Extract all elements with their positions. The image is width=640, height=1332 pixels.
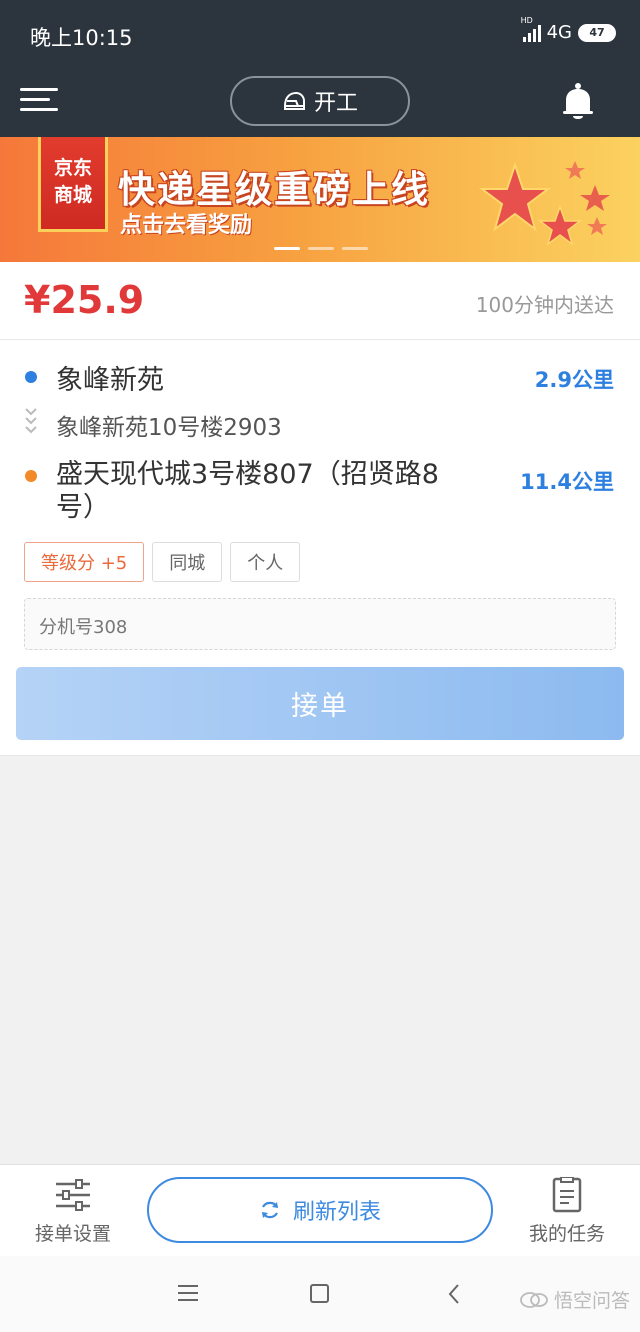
menu-icon[interactable]: [20, 88, 58, 114]
recent-apps-icon[interactable]: [178, 1285, 198, 1301]
pickup-name: 象峰新苑: [56, 365, 164, 396]
start-work-label: 开工: [313, 91, 358, 116]
watermark: 悟空问答: [520, 1286, 630, 1313]
tag-same-city: 同城: [152, 542, 223, 582]
home-icon[interactable]: [310, 1284, 329, 1303]
accept-order-button[interactable]: 接单: [16, 667, 624, 740]
order-card[interactable]: 象峰新苑 2.9公里 象峰新苑10号楼2903 盛天现代城3号楼807（招贤路8…: [0, 340, 640, 756]
pickup-dot-icon: [25, 371, 37, 383]
promo-banner[interactable]: 京东 商城 快递星级重磅上线 点击去看奖励: [0, 137, 640, 262]
hd-badge: HD: [520, 15, 533, 25]
jd-mall-tag: 京东 商城: [38, 137, 108, 232]
signal-icon: HD: [521, 16, 541, 42]
tag-level-score: 等级分 +5: [24, 542, 145, 582]
banner-title: 快递星级重磅上线: [118, 168, 430, 211]
top-bar: 晚上10:15 HD 4G 47 开工: [0, 0, 640, 137]
order-price: ¥25.9: [24, 278, 145, 322]
refresh-list-label: 刷新列表: [292, 1200, 381, 1225]
status-bar: 晚上10:15 HD 4G 47: [0, 0, 640, 70]
chevrons-down-icon: [25, 408, 37, 434]
order-settings-button[interactable]: 接单设置: [18, 1177, 128, 1246]
bell-icon[interactable]: [560, 82, 596, 122]
pickup-distance: 2.9公里: [534, 368, 614, 392]
sliders-icon: [56, 1179, 90, 1211]
pickup-address: 象峰新苑10号楼2903: [56, 415, 282, 441]
my-tasks-button[interactable]: 我的任务: [512, 1177, 622, 1246]
order-settings-label: 接单设置: [34, 1223, 111, 1245]
battery-icon: 47: [578, 23, 616, 42]
back-icon[interactable]: [446, 1282, 462, 1306]
order-note: 分机号308: [24, 598, 616, 650]
helmet-icon: [283, 91, 305, 110]
chat-bubbles-icon: [520, 1291, 548, 1308]
clipboard-icon: [552, 1177, 582, 1213]
dropoff-name: 盛天现代城3号楼807（招贤路8号）: [56, 459, 439, 523]
banner-pager: [274, 247, 368, 250]
dropoff-distance: 11.4公里: [520, 470, 614, 494]
tag-personal: 个人: [230, 542, 301, 582]
start-work-button[interactable]: 开工: [230, 76, 410, 126]
bottom-toolbar: 接单设置 刷新列表 我的任务: [0, 1164, 640, 1256]
status-time: 晚上10:15: [30, 26, 133, 50]
refresh-icon: [261, 1201, 278, 1219]
banner-subtitle: 点击去看奖励: [120, 213, 253, 238]
stars-icon: [479, 161, 610, 246]
network-type: 4G: [546, 22, 572, 43]
watermark-text: 悟空问答: [553, 1290, 630, 1312]
order-tags: 等级分 +5 同城 个人: [24, 542, 301, 582]
my-tasks-label: 我的任务: [528, 1223, 605, 1245]
dropoff-dot-icon: [25, 470, 37, 482]
delivery-eta: 100分钟内送达: [475, 293, 614, 317]
refresh-list-button[interactable]: 刷新列表: [147, 1177, 493, 1243]
system-nav-bar: 悟空问答: [0, 1256, 640, 1332]
price-row: ¥25.9 100分钟内送达: [0, 262, 640, 340]
status-icons: HD 4G 47: [521, 16, 616, 43]
